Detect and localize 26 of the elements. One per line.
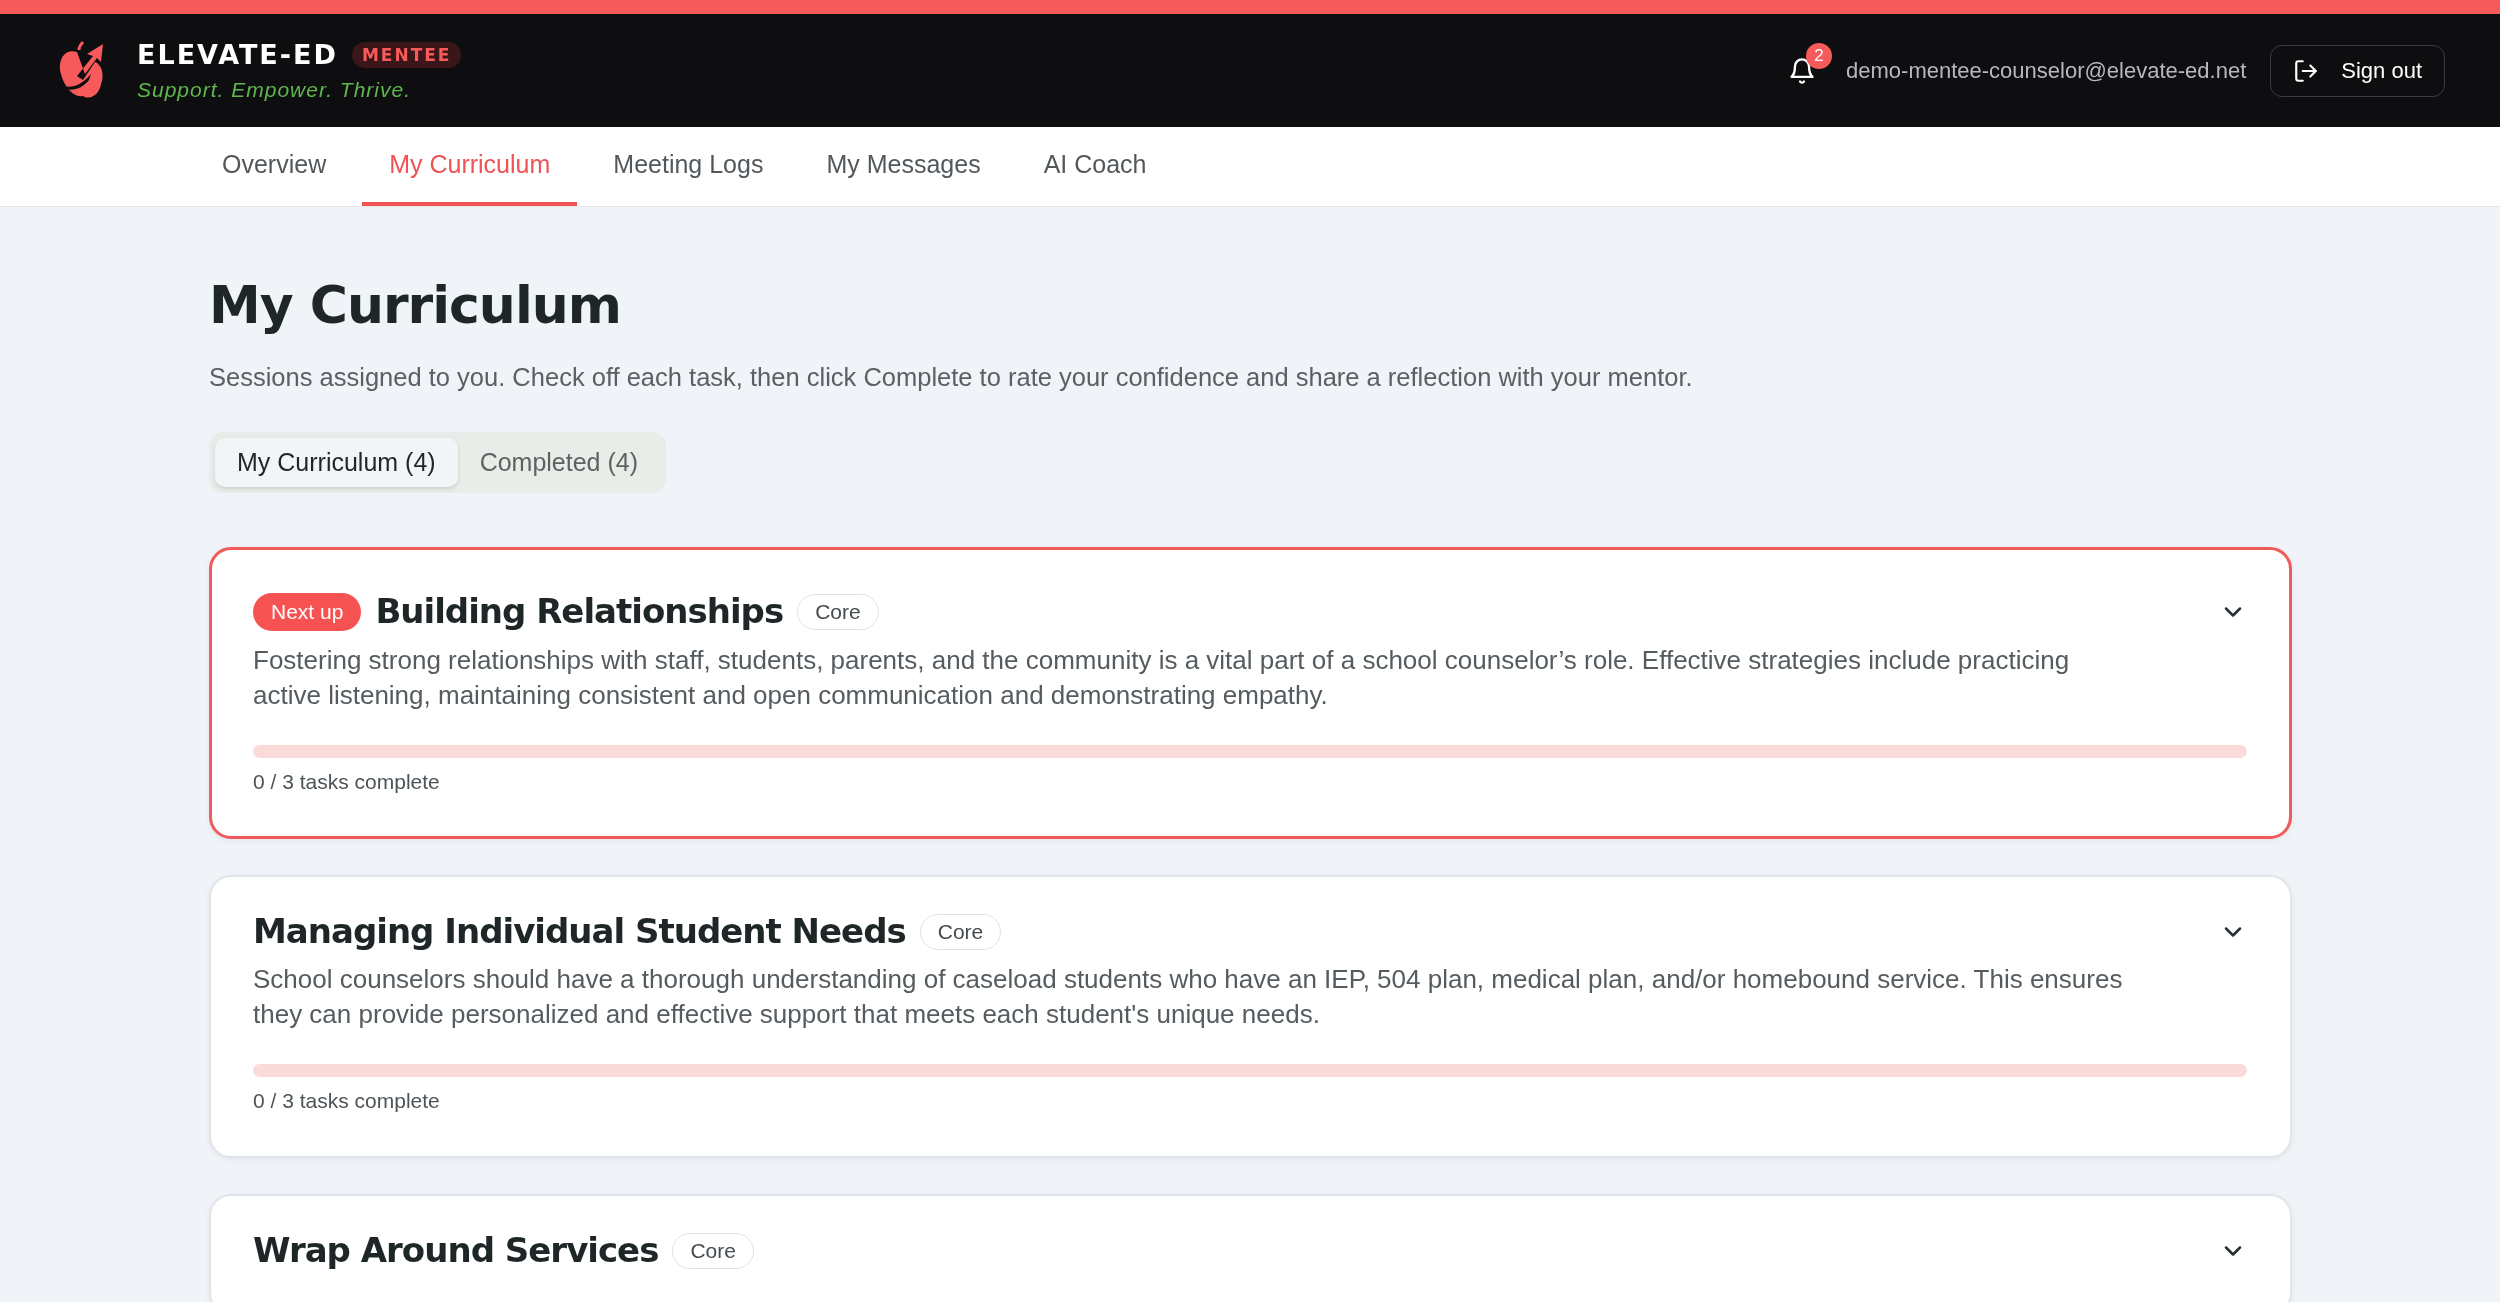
progress-label: 0 / 3 tasks complete [253,1089,441,1114]
logout-icon [2293,57,2320,84]
page-title: My Curriculum [209,275,622,335]
session-title: Managing Individual Student Needs [253,913,906,951]
progress-label: 0 / 3 tasks complete [253,770,441,794]
segment-tab[interactable]: Completed (4) [457,438,661,487]
nav-tab[interactable]: Meeting Logs [586,127,791,206]
session-title: Wrap Around Services [253,1232,659,1270]
notification-count: 2 [1806,42,1833,69]
page-subtitle: Sessions assigned to you. Check off each task, then click Complete to rate your confidence and share a reflection with your mentor. [209,363,1694,392]
bell-icon[interactable] [1788,55,1817,86]
sign-out-button[interactable]: Sign out [2270,44,2445,97]
session-description: Fostering strong relationships with staff, students, parents, and the community is a vital part of a school counselor’s role. Effective strategies include practicing active listening, maintaining consistent and open communication and demonstrating empathy. [253,644,2071,712]
nav-tab[interactable]: Overview [195,127,354,206]
brand-tagline: Support. Empower. Thrive. [137,78,412,102]
role-badge: MENTEE [351,41,462,68]
next-up-badge: Next up [253,593,362,631]
brand-name: ELEVATE-ED [137,39,338,70]
session-title: Building Relationships [375,593,784,631]
segment-tab[interactable]: My Curriculum (4) [215,438,458,487]
user-email: demo-mentee-counselor@elevate-ed.net [1846,57,2247,84]
nav-tab[interactable]: My Messages [799,127,1008,206]
nav-tab[interactable]: AI Coach [1016,127,1174,206]
session-description: School counselors should have a thorough understanding of caseload students who have an IEP, 504 plan, medical plan, and/or homebound service. This ensures they can provide personalized and effective support that meets each student's unique needs. [253,963,2124,1032]
session-card[interactable]: Wrap Around Services Core [209,1194,2292,1302]
session-card[interactable] [209,547,2292,839]
